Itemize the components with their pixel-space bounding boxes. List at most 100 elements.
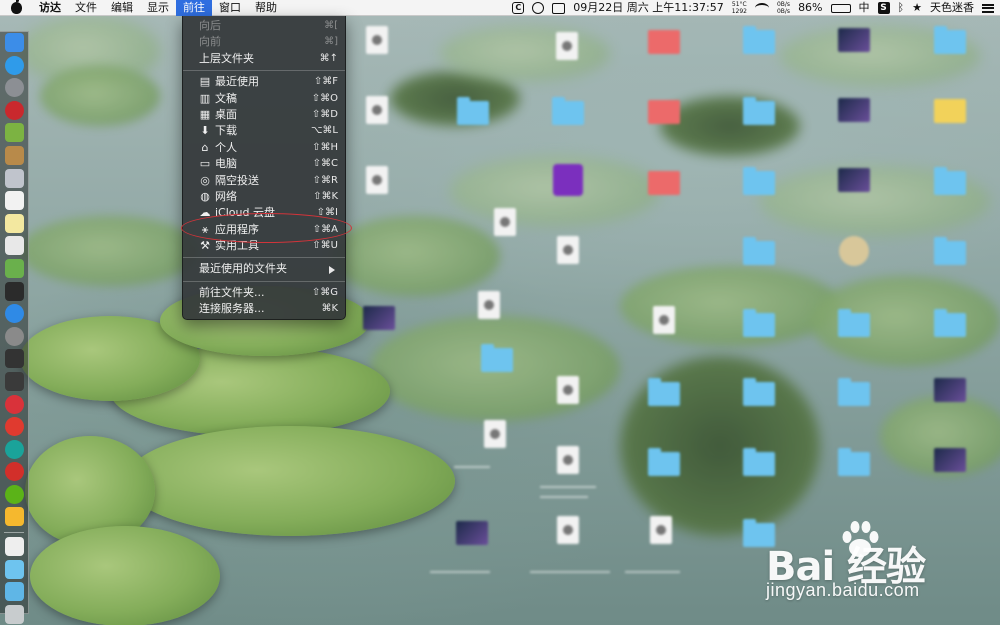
menu-help[interactable]: 帮助 bbox=[248, 0, 284, 16]
date-time[interactable]: 09月22日 周六 上午11:37:57 bbox=[569, 0, 727, 16]
bluetooth-status[interactable]: ᛒ bbox=[894, 0, 909, 16]
wechat-icon[interactable] bbox=[4, 484, 24, 504]
yandex-icon[interactable] bbox=[4, 417, 24, 437]
wifi-status[interactable] bbox=[751, 0, 773, 16]
desktop-file-icon[interactable] bbox=[557, 446, 579, 474]
netease-music-icon[interactable] bbox=[4, 462, 24, 482]
go-menu-item[interactable]: 上层文件夹 ⌘↑ bbox=[183, 51, 345, 67]
desktop-file-icon[interactable] bbox=[650, 516, 672, 544]
desktop-folder-icon[interactable] bbox=[743, 378, 775, 406]
desktop-folder-icon[interactable] bbox=[934, 237, 966, 265]
textedit-icon[interactable] bbox=[4, 236, 24, 256]
folder-icon[interactable] bbox=[4, 559, 24, 579]
sogou-status[interactable]: S bbox=[874, 0, 894, 16]
go-menu-item[interactable]: 连接服务器... ⌘K bbox=[183, 301, 345, 317]
desktop-folder-icon[interactable] bbox=[648, 448, 680, 476]
desktop-file-icon[interactable] bbox=[366, 26, 388, 54]
go-menu-item[interactable]: 最近使用的文件夹 bbox=[183, 261, 345, 277]
go-menu-item[interactable]: ◍ 网络 ⇧⌘K bbox=[183, 189, 345, 205]
desktop-folder-icon[interactable] bbox=[934, 26, 966, 54]
temperature-status[interactable]: 51°C 1292 bbox=[728, 0, 751, 16]
desktop-folder-icon[interactable] bbox=[743, 448, 775, 476]
go-menu-item[interactable]: 前往文件夹... ⇧⌘G bbox=[183, 285, 345, 301]
desktop-image-icon[interactable] bbox=[838, 98, 870, 122]
finder-icon[interactable] bbox=[4, 33, 24, 52]
clipboard-status[interactable]: C bbox=[508, 0, 528, 16]
appstore-icon[interactable] bbox=[4, 304, 24, 324]
desktop-file-icon[interactable] bbox=[557, 236, 579, 264]
desktop-file-icon[interactable] bbox=[648, 171, 680, 195]
desktop-disk-icon[interactable] bbox=[839, 236, 869, 266]
user-name[interactable]: 天色迷香 bbox=[926, 0, 978, 16]
desktop-folder-icon[interactable] bbox=[743, 26, 775, 54]
go-menu-item[interactable]: ▭ 电脑 ⇧⌘C bbox=[183, 156, 345, 172]
desktop-file-icon[interactable] bbox=[366, 166, 388, 194]
notes-icon[interactable] bbox=[4, 213, 24, 233]
go-menu-item[interactable]: ⌂ 个人 ⇧⌘H bbox=[183, 140, 345, 156]
menu-edit[interactable]: 编辑 bbox=[104, 0, 140, 16]
safari-icon[interactable] bbox=[4, 55, 24, 75]
trash-icon[interactable] bbox=[4, 604, 24, 624]
desktop-image-icon[interactable] bbox=[363, 306, 395, 330]
desktop-file-icon[interactable] bbox=[484, 420, 506, 448]
desktop-file-icon[interactable] bbox=[556, 32, 578, 60]
menu-finder[interactable]: 访达 bbox=[32, 0, 68, 16]
terminal-icon[interactable] bbox=[4, 281, 24, 301]
desktop-folder-icon[interactable] bbox=[648, 378, 680, 406]
desktop-folder-icon[interactable] bbox=[552, 97, 584, 125]
document-icon[interactable] bbox=[4, 537, 24, 557]
desktop-file-icon[interactable] bbox=[648, 100, 680, 124]
console-icon[interactable] bbox=[4, 371, 24, 391]
desktop-folder-icon[interactable] bbox=[838, 448, 870, 476]
desktop-folder-icon[interactable] bbox=[457, 97, 489, 125]
go-menu-item[interactable]: ▦ 桌面 ⇧⌘D bbox=[183, 107, 345, 123]
desktop-image-icon[interactable] bbox=[934, 378, 966, 402]
box-icon[interactable] bbox=[4, 145, 24, 165]
desktop-folder-icon[interactable] bbox=[743, 167, 775, 195]
menu-view[interactable]: 显示 bbox=[140, 0, 176, 16]
system-preferences-icon[interactable] bbox=[4, 326, 24, 346]
menu-go[interactable]: 前往 bbox=[176, 0, 212, 16]
desktop-file-icon[interactable] bbox=[557, 376, 579, 404]
desktop-file-icon[interactable] bbox=[653, 306, 675, 334]
teamviewer-icon[interactable] bbox=[4, 439, 24, 459]
android-icon[interactable] bbox=[4, 123, 24, 143]
desktop-folder-icon[interactable] bbox=[934, 309, 966, 337]
desktop-folder-icon[interactable] bbox=[481, 344, 513, 372]
desktop-image-icon[interactable] bbox=[838, 28, 870, 52]
desktop-folder-icon[interactable] bbox=[838, 378, 870, 406]
launchpad-icon[interactable] bbox=[4, 78, 24, 98]
menu-window[interactable]: 窗口 bbox=[212, 0, 248, 16]
network-speed-status[interactable]: 0B/s 0B/s bbox=[773, 0, 794, 16]
preview-icon[interactable] bbox=[4, 168, 24, 188]
maps-icon[interactable] bbox=[4, 258, 24, 278]
desktop-folder-icon[interactable] bbox=[743, 237, 775, 265]
desktop-folder-icon[interactable] bbox=[743, 309, 775, 337]
desktop-image-icon[interactable] bbox=[456, 521, 488, 545]
world-clock-status[interactable] bbox=[528, 0, 548, 16]
desktop-file-icon[interactable] bbox=[494, 208, 516, 236]
desktop-folder-icon[interactable] bbox=[934, 167, 966, 195]
desktop-folder-icon[interactable] bbox=[838, 309, 870, 337]
go-menu-item[interactable]: 向后 ⌘[ bbox=[183, 18, 345, 34]
apple-menu-icon[interactable] bbox=[0, 0, 32, 16]
go-menu-item[interactable]: ◎ 隔空投送 ⇧⌘R bbox=[183, 173, 345, 189]
desktop-file-icon[interactable] bbox=[934, 99, 966, 123]
desktop-file-icon[interactable] bbox=[557, 516, 579, 544]
go-menu-item[interactable]: ▤ 最近使用 ⇧⌘F bbox=[183, 74, 345, 90]
go-menu-item[interactable]: ⬇ 下载 ⌥⌘L bbox=[183, 123, 345, 139]
desktop-app-icon[interactable] bbox=[553, 164, 583, 196]
flash-icon[interactable] bbox=[4, 100, 24, 120]
desktop-folder-icon[interactable] bbox=[743, 97, 775, 125]
go-menu-item[interactable]: 向前 ⌘] bbox=[183, 34, 345, 50]
sketch-icon[interactable] bbox=[4, 507, 24, 527]
go-menu-item[interactable]: ▥ 文稿 ⇧⌘O bbox=[183, 91, 345, 107]
folder-icon-2[interactable] bbox=[4, 582, 24, 602]
desktop-file-icon[interactable] bbox=[648, 30, 680, 54]
desktop-file-icon[interactable] bbox=[478, 291, 500, 319]
desktop-image-icon[interactable] bbox=[838, 168, 870, 192]
activity-monitor-icon[interactable] bbox=[4, 349, 24, 369]
input-method[interactable]: 中 bbox=[855, 0, 874, 16]
calendar-icon[interactable] bbox=[4, 191, 24, 211]
battery-status[interactable] bbox=[827, 0, 855, 16]
